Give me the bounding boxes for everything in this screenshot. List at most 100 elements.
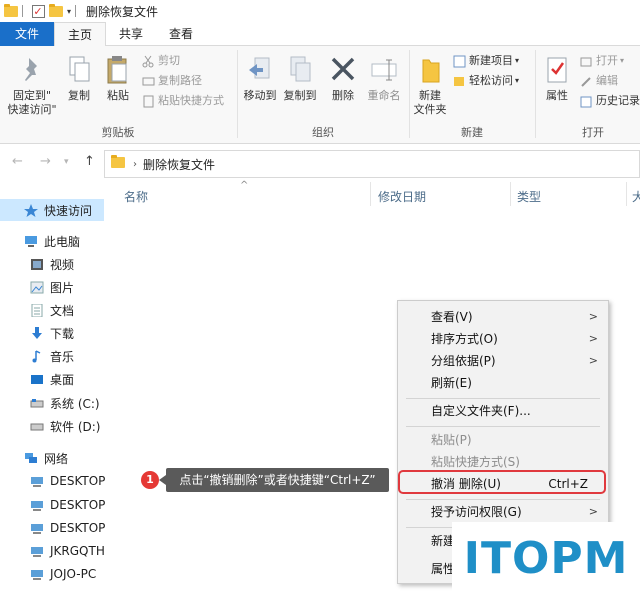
copy-path-button[interactable]: 复制路径	[142, 72, 202, 90]
new-folder-qa-icon[interactable]	[49, 3, 63, 18]
menu-item-label: 排序方式(O)	[431, 332, 498, 346]
new-folder-icon	[415, 54, 445, 86]
pc-icon	[30, 499, 44, 512]
navigation-bar: ← → ▾ ↑ › 删除恢复文件	[0, 146, 640, 182]
nav-documents[interactable]: 文档	[0, 299, 74, 321]
paste-shortcut-label: 粘贴快捷方式	[158, 94, 224, 107]
new-item-label: 新建项目	[469, 54, 513, 67]
tab-share[interactable]: 共享	[106, 22, 156, 46]
new-folder-label-2: 文件夹	[413, 103, 447, 116]
column-size[interactable]: 大	[632, 188, 640, 205]
paste-shortcut-button[interactable]: 粘贴快捷方式	[142, 92, 224, 110]
column-divider[interactable]	[626, 182, 627, 206]
menu-item-grant-access[interactable]: 授予访问权限(G) >	[398, 501, 608, 523]
menu-item-group-by[interactable]: 分组依据(P) >	[398, 350, 608, 372]
nav-downloads[interactable]: 下载	[0, 322, 74, 344]
window-title: 删除恢复文件	[86, 4, 159, 19]
nav-network-pc[interactable]: DESKTOP	[0, 517, 105, 539]
recent-locations-icon[interactable]: ▾	[64, 157, 69, 167]
column-name[interactable]: 名称	[124, 188, 148, 205]
properties-icon	[542, 54, 572, 86]
menu-item-paste[interactable]: 粘贴(P)	[398, 429, 608, 451]
history-button[interactable]: 历史记录	[580, 92, 640, 110]
easy-access-button[interactable]: 轻松访问 ▾	[453, 72, 519, 90]
customize-qa-dropdown-icon[interactable]: ▾	[67, 7, 71, 16]
menu-item-label: 分组依据(P)	[431, 354, 496, 368]
move-to-button[interactable]: 移动到	[240, 48, 280, 103]
nav-videos[interactable]: 视频	[0, 253, 74, 275]
computer-icon	[24, 235, 38, 248]
copy-to-label: 复制到	[283, 89, 317, 102]
menu-item-refresh[interactable]: 刷新(E)	[398, 372, 608, 394]
menu-item-view[interactable]: 查看(V) >	[398, 306, 608, 328]
column-divider[interactable]	[510, 182, 511, 206]
rename-button[interactable]: 重命名	[362, 48, 406, 103]
ribbon: 固定到" 快速访问" 复制 粘贴 剪切 复制路径 粘贴快捷方式 剪贴板 移动到 …	[0, 46, 640, 144]
divider	[75, 5, 77, 17]
open-button[interactable]: 打开 ▾	[580, 52, 624, 70]
tab-view[interactable]: 查看	[156, 22, 206, 46]
nav-network-pc[interactable]: DESKTOP	[0, 494, 105, 516]
copy-to-button[interactable]: 复制到	[280, 48, 320, 103]
column-type[interactable]: 类型	[517, 188, 541, 205]
nav-music[interactable]: 音乐	[0, 345, 74, 367]
submenu-arrow-icon: >	[588, 505, 598, 518]
properties-check-icon[interactable]: ✓	[31, 4, 45, 18]
copy-button[interactable]: 复制	[62, 48, 96, 103]
address-box[interactable]: › 删除恢复文件	[104, 150, 640, 178]
easy-access-icon	[453, 75, 466, 88]
dropdown-arrow-icon: ▾	[620, 56, 625, 65]
back-arrow-icon[interactable]: ←	[12, 154, 23, 169]
edit-button[interactable]: 编辑	[580, 72, 618, 90]
nav-label: 文档	[50, 303, 75, 318]
paste-button[interactable]: 粘贴	[100, 48, 136, 103]
nav-label: 音乐	[50, 349, 75, 364]
chevron-right-icon[interactable]: ›	[133, 159, 137, 170]
nav-network-pc[interactable]: JKRGQTH	[0, 540, 105, 562]
nav-label: JOJO-PC	[50, 567, 97, 581]
column-modified[interactable]: 修改日期	[378, 188, 426, 205]
move-to-icon	[245, 54, 275, 86]
tab-home[interactable]: 主页	[54, 22, 107, 47]
watermark-text: ITOPM	[463, 532, 629, 584]
submenu-arrow-icon: >	[588, 332, 598, 345]
forward-arrow-icon[interactable]: →	[40, 154, 51, 169]
cut-button[interactable]: 剪切	[142, 52, 180, 70]
nav-pictures[interactable]: 图片	[0, 276, 74, 298]
nav-drive-d[interactable]: 软件 (D:)	[0, 415, 100, 437]
nav-quick-access[interactable]: 快速访问	[0, 199, 104, 221]
menu-item-sort[interactable]: 排序方式(O) >	[398, 328, 608, 350]
pc-icon	[30, 545, 44, 558]
nav-label: 桌面	[50, 372, 75, 387]
column-divider[interactable]	[370, 182, 371, 206]
nav-desktop[interactable]: 桌面	[0, 368, 74, 390]
nav-label: JKRGQTH	[50, 544, 105, 558]
clipboard-group-label: 剪贴板	[101, 126, 135, 139]
up-arrow-icon[interactable]: ↑	[84, 154, 95, 169]
nav-network-pc[interactable]: JOJO-PC	[0, 563, 96, 585]
star-icon	[24, 203, 38, 217]
new-item-button[interactable]: 新建项目 ▾	[453, 52, 519, 70]
menu-divider	[406, 426, 600, 427]
nav-label: 视频	[50, 257, 75, 272]
new-folder-button[interactable]: 新建 文件夹	[410, 48, 450, 117]
submenu-arrow-icon: >	[588, 354, 598, 367]
tab-file[interactable]: 文件	[0, 22, 54, 46]
nav-network-pc[interactable]: DESKTOP	[0, 470, 105, 492]
divider	[22, 5, 23, 17]
history-icon	[580, 95, 593, 108]
delete-button[interactable]: 删除	[324, 48, 362, 103]
nav-this-pc[interactable]: 此电脑	[0, 230, 80, 252]
submenu-arrow-icon: >	[588, 310, 598, 323]
instruction-callout: 点击“撤销删除”或者快捷键“Ctrl+Z”	[159, 468, 389, 492]
copy-icon	[64, 54, 94, 86]
menu-item-label: 粘贴(P)	[431, 433, 472, 447]
nav-network[interactable]: 网络	[0, 447, 68, 469]
itopm-watermark-logo: ITOPM	[452, 522, 640, 594]
nav-drive-c[interactable]: 系统 (C:)	[0, 392, 100, 414]
menu-item-customize-folder[interactable]: 自定义文件夹(F)...	[398, 400, 608, 422]
pin-quick-access-button[interactable]: 固定到" 快速访问"	[4, 48, 60, 117]
open-label: 打开	[596, 54, 618, 67]
edit-label: 编辑	[596, 74, 618, 87]
properties-button[interactable]: 属性	[538, 48, 576, 103]
